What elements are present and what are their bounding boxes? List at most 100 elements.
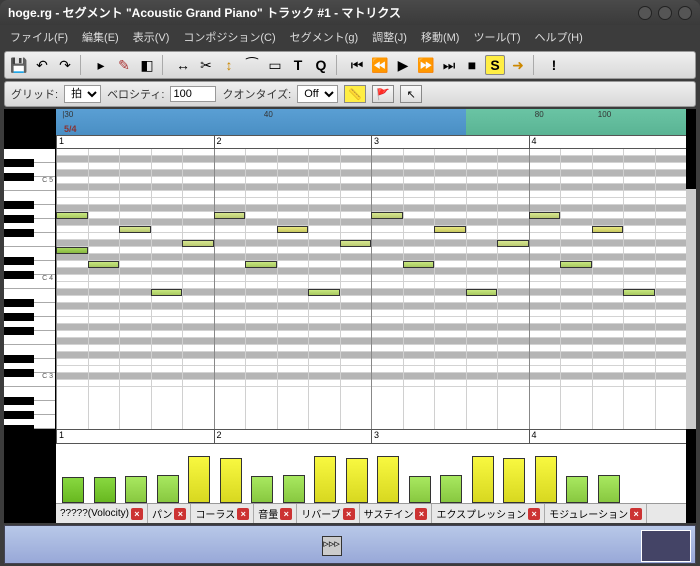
undo-icon[interactable]: ↶ bbox=[32, 55, 52, 75]
menu-move[interactable]: 移動(M) bbox=[415, 27, 466, 47]
velocity-input[interactable] bbox=[170, 86, 216, 102]
piano-black-key[interactable] bbox=[4, 159, 34, 167]
note[interactable] bbox=[340, 240, 372, 247]
alert-icon[interactable]: ! bbox=[544, 55, 564, 75]
controller-tab[interactable]: モジュレーション× bbox=[545, 504, 647, 523]
velocity-bar[interactable] bbox=[566, 476, 588, 503]
note[interactable] bbox=[592, 226, 624, 233]
note[interactable] bbox=[214, 212, 246, 219]
note[interactable] bbox=[245, 261, 277, 268]
velocity-bar[interactable] bbox=[125, 476, 147, 503]
menu-segment[interactable]: セグメント(g) bbox=[284, 27, 364, 47]
piano-keyboard[interactable]: C 5C 4C 3 bbox=[4, 149, 56, 429]
overview-strip[interactable]: ▹▹▹ bbox=[4, 525, 696, 564]
controller-tab[interactable]: ?????(Volocity)× bbox=[56, 504, 148, 523]
flag-icon[interactable]: 🚩 bbox=[372, 85, 394, 103]
note[interactable] bbox=[497, 240, 529, 247]
velocity-bar[interactable] bbox=[314, 456, 336, 503]
piano-black-key[interactable] bbox=[4, 411, 34, 419]
close-icon[interactable]: × bbox=[174, 508, 186, 520]
velocity-bar[interactable] bbox=[440, 475, 462, 503]
velocity-bar[interactable] bbox=[220, 458, 242, 503]
vertical-scrollbar[interactable] bbox=[686, 189, 696, 429]
piano-black-key[interactable] bbox=[4, 299, 34, 307]
piano-black-key[interactable] bbox=[4, 397, 34, 405]
velocity-bar[interactable] bbox=[409, 476, 431, 503]
ruler-toggle-icon[interactable]: 📏 bbox=[344, 85, 366, 103]
overview-playhead[interactable]: ▹▹▹ bbox=[322, 536, 342, 556]
note[interactable] bbox=[151, 289, 183, 296]
note[interactable] bbox=[529, 212, 561, 219]
piano-black-key[interactable] bbox=[4, 173, 34, 181]
velocity-bar[interactable] bbox=[62, 477, 84, 503]
play-icon[interactable]: ▶ bbox=[393, 55, 413, 75]
rewind-icon[interactable]: ⏪ bbox=[370, 55, 390, 75]
pointer-icon[interactable]: ▸ bbox=[91, 55, 111, 75]
note[interactable] bbox=[56, 212, 88, 219]
piano-black-key[interactable] bbox=[4, 369, 34, 377]
redo-icon[interactable]: ↷ bbox=[55, 55, 75, 75]
eraser-icon[interactable]: ◧ bbox=[137, 55, 157, 75]
close-button[interactable] bbox=[678, 6, 692, 20]
velocity-bar[interactable] bbox=[503, 458, 525, 503]
piano-black-key[interactable] bbox=[4, 425, 34, 433]
minimize-button[interactable] bbox=[638, 6, 652, 20]
cursor-opt-icon[interactable]: ↖ bbox=[400, 85, 422, 103]
controller-tab[interactable]: コーラス× bbox=[191, 504, 254, 523]
note[interactable] bbox=[466, 289, 498, 296]
forward-end-icon[interactable]: ⏭ bbox=[439, 55, 459, 75]
panic-icon[interactable]: ➜ bbox=[508, 55, 528, 75]
text-icon[interactable]: T bbox=[288, 55, 308, 75]
controller-tab[interactable]: パン× bbox=[148, 504, 192, 523]
quantize-select[interactable]: Off bbox=[297, 85, 338, 103]
menu-help[interactable]: ヘルプ(H) bbox=[529, 27, 589, 47]
close-icon[interactable]: × bbox=[528, 508, 540, 520]
bar-ruler-bottom[interactable]: 1 2 3 4 bbox=[56, 429, 686, 443]
velocity-bar[interactable] bbox=[94, 477, 116, 503]
velocity-bar[interactable] bbox=[472, 456, 494, 503]
note[interactable] bbox=[371, 212, 403, 219]
menu-view[interactable]: 表示(V) bbox=[127, 27, 176, 47]
controller-tab[interactable]: 音量× bbox=[254, 504, 297, 523]
note[interactable] bbox=[403, 261, 435, 268]
close-icon[interactable]: × bbox=[280, 508, 292, 520]
rewind-start-icon[interactable]: ⏮ bbox=[347, 55, 367, 75]
controller-tab[interactable]: リバーブ× bbox=[297, 504, 359, 523]
piano-black-key[interactable] bbox=[4, 257, 34, 265]
bar-ruler-top[interactable]: 1 2 3 4 bbox=[56, 135, 686, 149]
velocity-bar[interactable] bbox=[346, 458, 368, 503]
note[interactable] bbox=[434, 226, 466, 233]
menu-composition[interactable]: コンポジション(C) bbox=[177, 27, 281, 47]
close-icon[interactable]: × bbox=[415, 508, 427, 520]
note[interactable] bbox=[56, 247, 88, 254]
close-icon[interactable]: × bbox=[630, 508, 642, 520]
velocity-bar[interactable] bbox=[535, 456, 557, 503]
piano-black-key[interactable] bbox=[4, 229, 34, 237]
split-icon[interactable]: ✂ bbox=[196, 55, 216, 75]
note[interactable] bbox=[88, 261, 120, 268]
chord-icon[interactable]: Q bbox=[311, 55, 331, 75]
velocity-bar[interactable] bbox=[157, 475, 179, 503]
piano-black-key[interactable] bbox=[4, 271, 34, 279]
stop-icon[interactable]: ■ bbox=[462, 55, 482, 75]
piano-black-key[interactable] bbox=[4, 355, 34, 363]
menu-adjust[interactable]: 調整(J) bbox=[366, 27, 413, 47]
close-icon[interactable]: × bbox=[343, 508, 355, 520]
solo-icon[interactable]: S bbox=[485, 55, 505, 75]
note[interactable] bbox=[119, 226, 151, 233]
velocity-bar[interactable] bbox=[251, 476, 273, 503]
piano-black-key[interactable] bbox=[4, 327, 34, 335]
piano-black-key[interactable] bbox=[4, 313, 34, 321]
note[interactable] bbox=[308, 289, 340, 296]
menu-edit[interactable]: 編集(E) bbox=[76, 27, 125, 47]
fforward-icon[interactable]: ⏩ bbox=[416, 55, 436, 75]
pencil-icon[interactable]: ✎ bbox=[114, 55, 134, 75]
velocity-bar[interactable] bbox=[598, 475, 620, 503]
velocity-bar[interactable] bbox=[377, 456, 399, 503]
menu-tools[interactable]: ツール(T) bbox=[467, 27, 526, 47]
piano-black-key[interactable] bbox=[4, 215, 34, 223]
piano-black-key[interactable] bbox=[4, 201, 34, 209]
velocity-bar[interactable] bbox=[283, 475, 305, 503]
note[interactable] bbox=[560, 261, 592, 268]
note-grid[interactable] bbox=[56, 149, 686, 429]
